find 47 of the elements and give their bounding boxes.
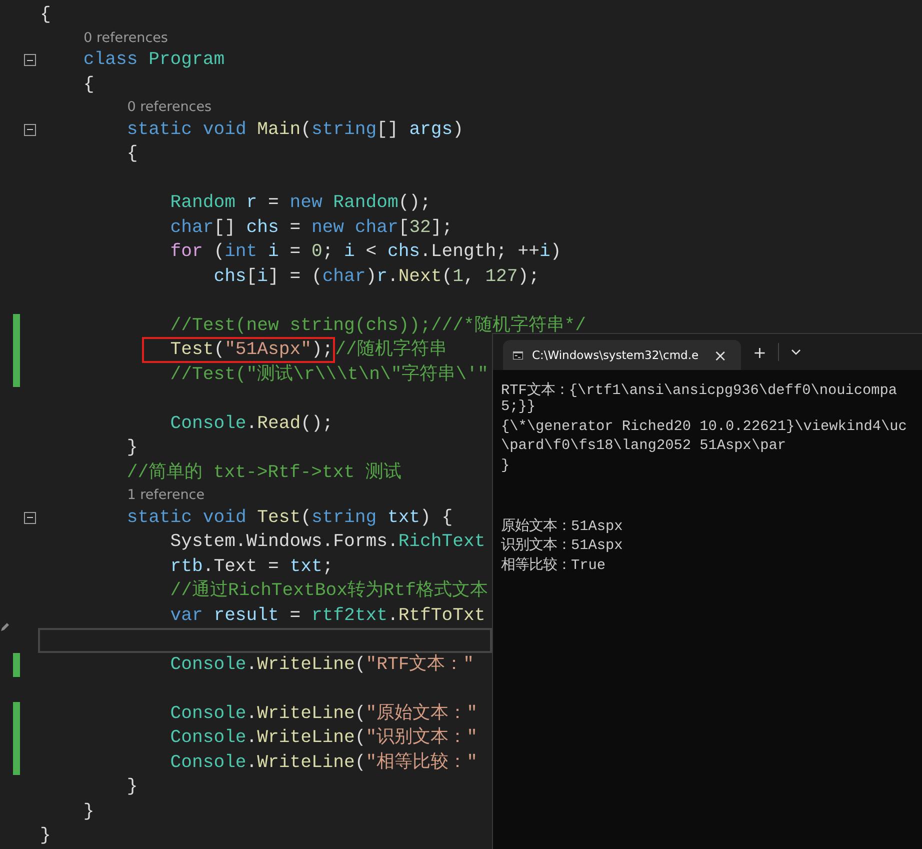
code-line: //Test(new string(chs));///*随机字符串*/ (170, 316, 586, 335)
console-output-line: } (501, 458, 511, 476)
code-line: { (40, 6, 51, 24)
code-line: Random r = new Random(); (170, 194, 431, 212)
reference-count[interactable]: 1 reference (127, 487, 205, 504)
console-output-line: 识别文本：51Aspx (501, 536, 624, 555)
close-button[interactable]: × (708, 342, 733, 368)
console-output-line: 相等比较：True (501, 556, 607, 574)
code-line: rtb.Text = txt; (170, 558, 334, 576)
pencil-icon (0, 622, 10, 632)
collapse-toggle[interactable] (24, 512, 36, 524)
code-line: for (int i = 0; i < chs.Length; ++i) (170, 243, 562, 262)
collapse-toggle[interactable] (24, 54, 36, 66)
code-line: } (126, 439, 138, 458)
code-line: class Program (83, 51, 225, 70)
code-line: { (126, 145, 138, 164)
code-line: //Test("测试\r\\\t\n\"字符串\'" (170, 366, 488, 384)
reference-count[interactable]: 0 references (84, 30, 168, 46)
code-line: } (83, 802, 94, 821)
console-output-line: RTF文本：{\rtf1\ansi\ansicpg936\deff0\nouicompa (501, 381, 898, 400)
tab-title: C:\Windows\system32\cmd.e (532, 348, 699, 362)
code-line: } (126, 778, 138, 796)
code-line: { (83, 76, 94, 94)
code-line: Console.WriteLine("识别文本：" (170, 729, 478, 748)
code-line: Console.Read(); (170, 414, 334, 433)
code-line: //通过RichTextBox转为Rtf格式文本 (170, 582, 488, 600)
chevron-down-icon (791, 349, 802, 355)
terminal-icon (513, 348, 523, 362)
new-tab-button[interactable]: + (747, 339, 772, 365)
code-line: Console.WriteLine("相等比较：" (170, 754, 478, 772)
code-line: chs[i] = (char)r.Next(1, 127); (214, 268, 540, 286)
reference-count[interactable]: 0 references (127, 99, 212, 116)
console-tab[interactable]: C:\Windows\system32\cmd.e × (503, 340, 741, 370)
code-line: Console.WriteLine("原始文本：" (170, 704, 478, 723)
collapse-toggle[interactable] (24, 124, 36, 136)
code-line: char[] chs = new char[32]; (170, 218, 453, 237)
code-line: //简单的 txt->Rtf->txt 测试 (126, 464, 402, 482)
console-output-line: {\*\generator Riched20 10.0.22621}\viewkind4\uc (501, 418, 908, 437)
code-line: static void Main(string[] args) (126, 120, 464, 139)
code-line: var result = rtf2txt.RtfToTxt (170, 606, 486, 625)
code-line: Console.WriteLine("RTF文本：" (170, 656, 474, 674)
code-line: } (40, 827, 51, 846)
console-output-line: 原始文本：51Aspx (501, 517, 624, 536)
code-line: System.Windows.Forms.RichText (170, 533, 486, 552)
code-line: static void Test(string txt) { (126, 508, 453, 527)
console-output-line: \pard\f0\fs18\lang2052 51Aspx\par (501, 438, 787, 456)
console-output-line: 5;}} (501, 399, 537, 418)
